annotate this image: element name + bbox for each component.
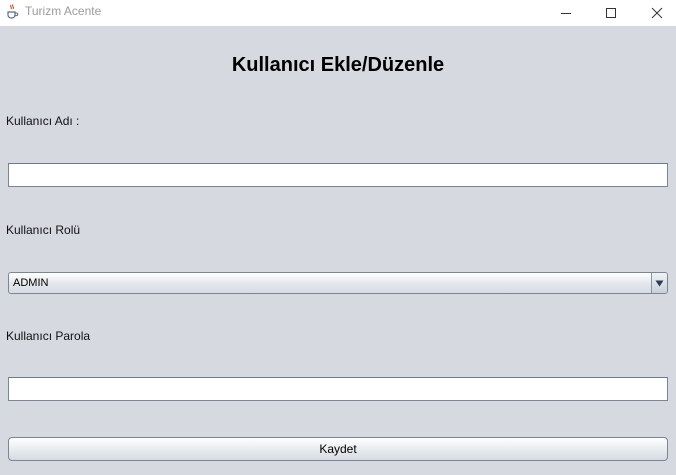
minimize-icon bbox=[561, 13, 571, 14]
save-button[interactable]: Kaydet bbox=[8, 437, 668, 461]
role-select[interactable]: ADMIN bbox=[8, 272, 668, 294]
maximize-button[interactable] bbox=[588, 0, 634, 26]
window-title: Turizm Acente bbox=[25, 4, 102, 18]
page-title: Kullanıcı Ekle/Düzenle bbox=[231, 54, 445, 76]
close-icon bbox=[651, 7, 663, 19]
username-label: Kullanıcı Adı : bbox=[6, 114, 80, 128]
password-field[interactable] bbox=[8, 377, 668, 401]
password-label: Kullanıcı Parola bbox=[6, 329, 91, 343]
role-label: Kullanıcı Rolü bbox=[6, 223, 81, 237]
java-cup-icon bbox=[4, 3, 20, 19]
form-panel: Kullanıcı Ekle/Düzenle Kullanıcı Adı : K… bbox=[0, 26, 676, 475]
close-button[interactable] bbox=[634, 0, 676, 26]
username-field[interactable] bbox=[8, 163, 668, 187]
role-select-value: ADMIN bbox=[13, 277, 49, 289]
maximize-icon bbox=[606, 8, 616, 18]
minimize-button[interactable] bbox=[543, 0, 589, 26]
triangle-down-icon[interactable] bbox=[651, 273, 667, 293]
title-bar: Turizm Acente bbox=[0, 0, 676, 26]
